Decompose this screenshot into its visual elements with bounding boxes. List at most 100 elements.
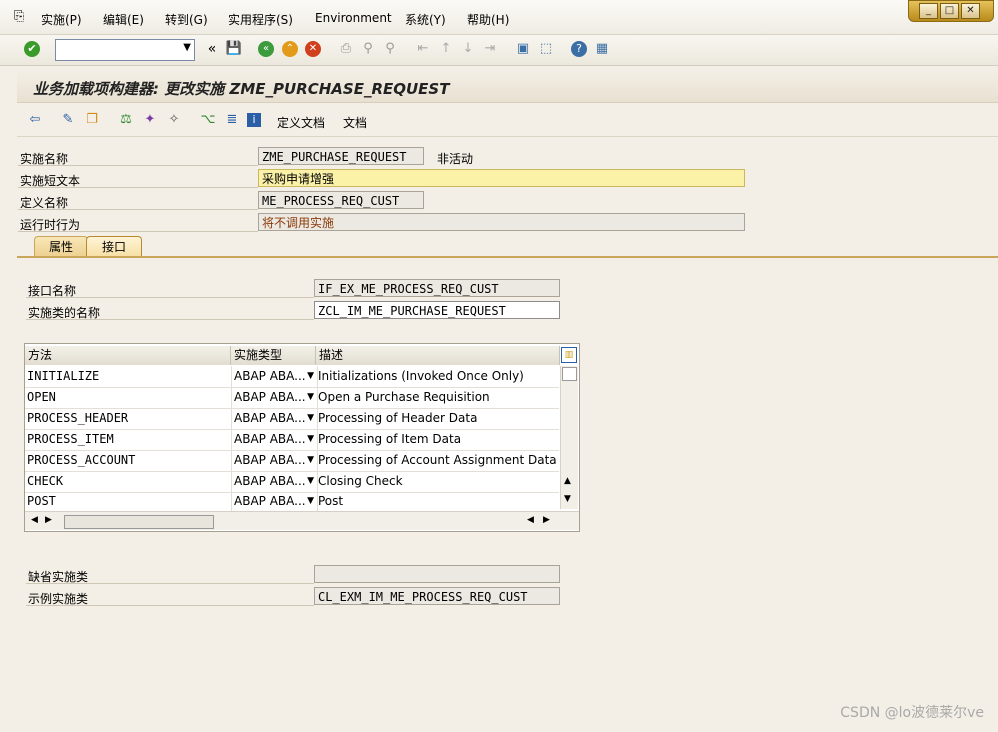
first-page-icon[interactable]: ⇤ <box>414 40 432 58</box>
next-page-icon[interactable]: ↓ <box>459 40 477 58</box>
type-cell[interactable]: ABAP ABA... ▼ <box>231 429 318 450</box>
default-class-field[interactable] <box>314 565 560 583</box>
type-value: ABAP ABA... <box>234 390 306 404</box>
type-cell[interactable]: ABAP ABA... ▼ <box>231 450 318 471</box>
def-name-field[interactable]: ME_PROCESS_REQ_CUST <box>258 191 424 209</box>
scroll-thumb[interactable] <box>64 515 214 529</box>
tab-interface[interactable]: 接口 <box>86 236 142 257</box>
method-cell: PROCESS_ITEM <box>27 432 114 446</box>
class-name-field[interactable]: ZCL_IM_ME_PURCHASE_REQUEST <box>314 301 560 319</box>
maximize-button[interactable]: □ <box>940 3 959 19</box>
example-class-field[interactable]: CL_EXM_IM_ME_PROCESS_REQ_CUST <box>314 587 560 605</box>
menu-implementation[interactable]: 实施(P) <box>41 11 82 28</box>
enter-icon[interactable]: ✔ <box>24 41 40 57</box>
chevron-down-icon[interactable]: ▼ <box>183 42 191 53</box>
table-row[interactable]: CHECK ABAP ABA... ▼ Closing Check <box>25 471 559 493</box>
type-value: ABAP ABA... <box>234 369 306 383</box>
methods-table: 方法 实施类型 描述 ▥ INITIALIZE ABAP ABA... ▼ Ini… <box>24 343 580 532</box>
tab-attributes[interactable]: 属性 <box>34 236 88 257</box>
back-icon[interactable]: « <box>258 41 274 57</box>
cancel-icon[interactable]: ✕ <box>305 41 321 57</box>
minimize-button[interactable]: _ <box>919 3 938 19</box>
menu-help[interactable]: 帮助(H) <box>467 11 509 28</box>
intf-name-field[interactable]: IF_EX_ME_PROCESS_REQ_CUST <box>314 279 560 297</box>
chevron-down-icon[interactable]: ▼ <box>307 492 314 511</box>
type-cell[interactable]: ABAP ABA... ▼ <box>231 492 318 511</box>
scroll-up-icon[interactable]: ▲ <box>564 476 571 486</box>
define-doc-button[interactable]: 定义文档 <box>277 114 325 131</box>
find-next-icon[interactable]: ⚲ <box>381 40 399 58</box>
method-cell: PROCESS_HEADER <box>27 411 129 425</box>
hierarchy-icon[interactable]: ⌥ <box>199 111 217 129</box>
chevron-down-icon[interactable]: ▼ <box>307 387 314 408</box>
help-icon[interactable]: ? <box>571 41 587 57</box>
watermark: CSDN @lo波德莱尔ve <box>840 705 984 721</box>
where-used-icon[interactable]: ≣ <box>223 111 241 129</box>
last-page-icon[interactable]: ⇥ <box>481 40 499 58</box>
menu-bar: ⎘ 实施(P) 编辑(E) 转到(G) 实用程序(S) Environment … <box>0 0 998 35</box>
deactivate-icon[interactable]: ✧ <box>165 111 183 129</box>
divider <box>26 583 314 584</box>
scroll-down-icon[interactable]: ▼ <box>564 494 571 504</box>
menu-environment[interactable]: Environment <box>315 11 392 25</box>
prev-page-icon[interactable]: ↑ <box>437 40 455 58</box>
column-header-type[interactable]: 实施类型 <box>231 346 316 365</box>
type-cell[interactable]: ABAP ABA... ▼ <box>231 387 318 408</box>
chevron-down-icon[interactable]: ▼ <box>307 366 314 387</box>
collapse-icon[interactable]: « <box>203 40 221 58</box>
command-field[interactable]: ▼ <box>55 39 195 61</box>
info-icon[interactable]: i <box>247 113 261 127</box>
table-row[interactable]: PROCESS_HEADER ABAP ABA... ▼ Processing o… <box>25 408 559 430</box>
menu-goto[interactable]: 转到(G) <box>165 11 208 28</box>
chevron-down-icon[interactable]: ▼ <box>307 429 314 450</box>
table-row[interactable]: POST ABAP ABA... ▼ Post <box>25 492 559 511</box>
chevron-down-icon[interactable]: ▼ <box>307 471 314 492</box>
menu-system[interactable]: 系统(Y) <box>405 11 446 28</box>
short-text-field[interactable]: 采购申请增强 <box>258 169 745 187</box>
scroll-right-icon[interactable]: ▶ <box>543 515 550 525</box>
doc-button[interactable]: 文档 <box>343 114 367 131</box>
table-row[interactable]: PROCESS_ITEM ABAP ABA... ▼ Processing of … <box>25 429 559 451</box>
desc-cell: Processing of Account Assignment Data <box>318 453 557 467</box>
check-icon[interactable]: ⚖ <box>117 111 135 129</box>
vertical-scrollbar[interactable]: ▲ ▼ <box>560 366 578 509</box>
table-row[interactable]: INITIALIZE ABAP ABA... ▼ Initializations … <box>25 366 559 388</box>
chevron-down-icon[interactable]: ▼ <box>307 450 314 471</box>
close-button[interactable]: ✕ <box>961 3 980 19</box>
table-settings-icon[interactable]: ▥ <box>561 347 577 363</box>
type-cell[interactable]: ABAP ABA... ▼ <box>231 471 318 492</box>
scroll-left-icon[interactable]: ◀ <box>31 515 38 525</box>
edit-icon[interactable]: ✎ <box>59 111 77 129</box>
type-cell[interactable]: ABAP ABA... ▼ <box>231 366 318 387</box>
method-cell: OPEN <box>27 390 56 404</box>
scroll-right-icon[interactable]: ▶ <box>45 515 52 525</box>
menu-utilities[interactable]: 实用程序(S) <box>228 11 293 28</box>
scroll-left-icon[interactable]: ◀ <box>527 515 534 525</box>
desc-cell: Initializations (Invoked Once Only) <box>318 369 524 383</box>
column-header-method[interactable]: 方法 <box>25 346 231 365</box>
type-value: ABAP ABA... <box>234 411 306 425</box>
application-toolbar: ⇦ ✎ ❐ ⚖ ✦ ✧ ⌥ ≣ i 定义文档 文档 <box>17 104 998 137</box>
shortcut-icon[interactable]: ⬚ <box>537 40 555 58</box>
print-icon[interactable]: ⎙ <box>337 40 355 58</box>
layout-menu-icon[interactable]: ▦ <box>593 40 611 58</box>
table-row[interactable]: PROCESS_ACCOUNT ABAP ABA... ▼ Processing … <box>25 450 559 472</box>
new-session-icon[interactable]: ▣ <box>514 40 532 58</box>
type-value: ABAP ABA... <box>234 453 306 467</box>
table-row[interactable]: OPEN ABAP ABA... ▼ Open a Purchase Requis… <box>25 387 559 409</box>
find-icon[interactable]: ⚲ <box>359 40 377 58</box>
column-header-desc[interactable]: 描述 <box>316 346 560 365</box>
chevron-down-icon[interactable]: ▼ <box>307 408 314 429</box>
display-change-icon[interactable]: ⇦ <box>26 111 44 129</box>
type-cell[interactable]: ABAP ABA... ▼ <box>231 408 318 429</box>
exit-icon[interactable]: ⌃ <box>282 41 298 57</box>
impl-name-field[interactable]: ZME_PURCHASE_REQUEST <box>258 147 424 165</box>
other-object-icon[interactable]: ❐ <box>83 111 101 129</box>
activate-icon[interactable]: ✦ <box>141 111 159 129</box>
system-menu-icon[interactable]: ⎘ <box>14 9 24 24</box>
scroll-thumb[interactable] <box>562 367 577 381</box>
runtime-field: 将不调用实施 <box>258 213 745 231</box>
save-icon[interactable]: 💾 <box>225 40 243 58</box>
menu-edit[interactable]: 编辑(E) <box>103 11 144 28</box>
horizontal-scrollbar[interactable]: ◀ ▶ ◀ ▶ <box>25 511 579 530</box>
